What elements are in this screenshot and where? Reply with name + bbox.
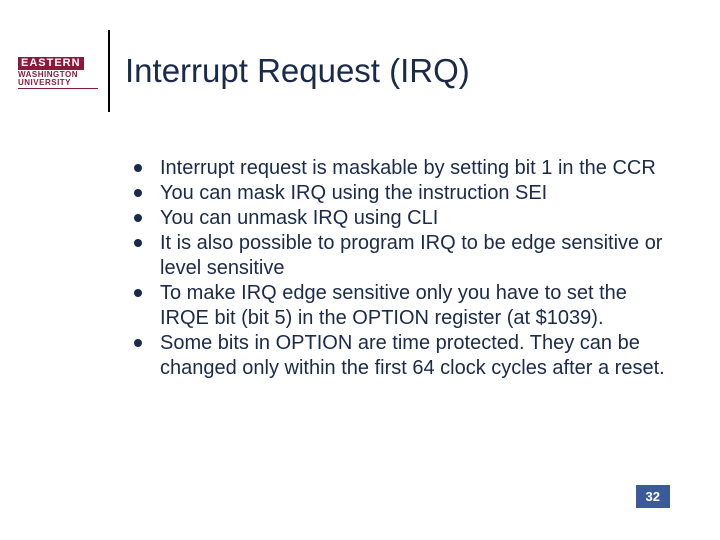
vertical-divider [108, 30, 110, 112]
list-item: Some bits in OPTION are time protected. … [130, 331, 670, 381]
bullet-list: Interrupt request is maskable by setting… [130, 156, 670, 381]
slide-content: Interrupt request is maskable by setting… [130, 156, 670, 381]
university-logo: EASTERN WASHINGTON UNIVERSITY [18, 54, 98, 89]
logo-line-3: UNIVERSITY [18, 79, 98, 89]
slide-title: Interrupt Request (IRQ) [125, 52, 470, 90]
list-item: Interrupt request is maskable by setting… [130, 156, 670, 181]
page-number: 32 [636, 485, 670, 508]
logo-line-1: EASTERN [18, 57, 84, 70]
list-item: You can unmask IRQ using CLI [130, 206, 670, 231]
list-item: It is also possible to program IRQ to be… [130, 231, 670, 281]
list-item: You can mask IRQ using the instruction S… [130, 181, 670, 206]
list-item: To make IRQ edge sensitive only you have… [130, 281, 670, 331]
